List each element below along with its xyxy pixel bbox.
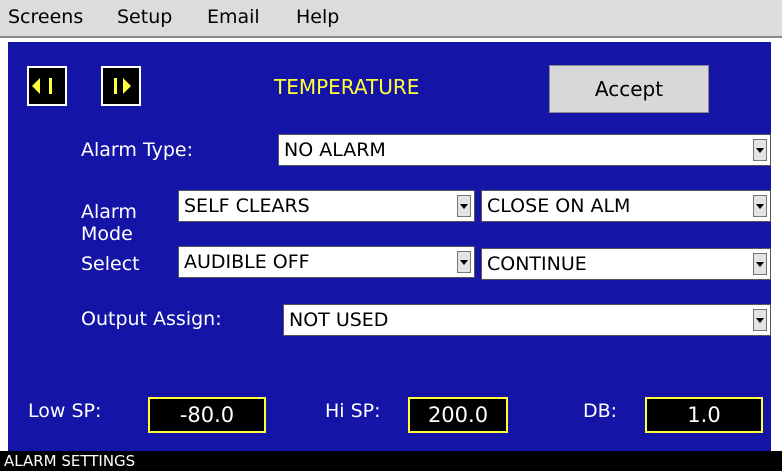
output-assign-label: Output Assign: bbox=[81, 308, 222, 330]
alarm-mode-label-1: Alarm bbox=[81, 201, 137, 223]
audible-mode-value: AUDIBLE OFF bbox=[184, 251, 310, 273]
output-assign-select[interactable]: NOT USED bbox=[283, 304, 771, 336]
status-text: ALARM SETTINGS bbox=[4, 452, 136, 470]
audible-mode-select[interactable]: AUDIBLE OFF bbox=[178, 246, 475, 278]
menu-screens[interactable]: Screens bbox=[8, 6, 83, 28]
prev-button[interactable] bbox=[27, 66, 67, 106]
page-title: TEMPERATURE bbox=[274, 75, 420, 99]
output-assign-value: NOT USED bbox=[289, 309, 389, 331]
menu-bar: Screens Setup Email Help bbox=[0, 0, 782, 38]
menu-setup[interactable]: Setup bbox=[117, 6, 172, 28]
clear-mode-select[interactable]: SELF CLEARS bbox=[178, 190, 475, 222]
menu-email[interactable]: Email bbox=[207, 6, 260, 28]
chevron-down-icon[interactable] bbox=[753, 139, 767, 161]
accept-button[interactable]: Accept bbox=[549, 65, 709, 113]
alarm-type-label: Alarm Type: bbox=[81, 139, 193, 161]
low-sp-label: Low SP: bbox=[28, 400, 102, 422]
db-label: DB: bbox=[583, 400, 618, 422]
chevron-down-icon[interactable] bbox=[753, 253, 767, 275]
alarm-type-select[interactable]: NO ALARM bbox=[278, 134, 771, 166]
alarm-mode-label-2: Mode bbox=[81, 223, 133, 245]
db-field[interactable]: 1.0 bbox=[645, 397, 763, 433]
clear-mode-value: SELF CLEARS bbox=[184, 195, 310, 217]
chevron-down-icon[interactable] bbox=[457, 195, 471, 217]
audible-pattern-value: CONTINUE bbox=[487, 253, 587, 275]
chevron-down-icon[interactable] bbox=[753, 309, 767, 331]
next-button[interactable] bbox=[101, 66, 141, 106]
relay-mode-value: CLOSE ON ALM bbox=[487, 195, 631, 217]
hi-sp-label: Hi SP: bbox=[325, 400, 381, 422]
status-bar: ALARM SETTINGS bbox=[0, 451, 782, 471]
relay-mode-select[interactable]: CLOSE ON ALM bbox=[481, 190, 771, 222]
step-forward-icon bbox=[114, 78, 131, 94]
alarm-settings-panel: TEMPERATURE Accept Alarm Type: NO ALARM … bbox=[8, 42, 771, 451]
chevron-down-icon[interactable] bbox=[753, 195, 767, 217]
alarm-type-value: NO ALARM bbox=[284, 139, 386, 161]
audible-pattern-select[interactable]: CONTINUE bbox=[481, 248, 771, 280]
chevron-down-icon[interactable] bbox=[457, 251, 471, 273]
low-sp-field[interactable]: -80.0 bbox=[148, 397, 266, 433]
menu-help[interactable]: Help bbox=[296, 6, 339, 28]
step-back-icon bbox=[32, 78, 52, 94]
hi-sp-field[interactable]: 200.0 bbox=[408, 397, 508, 433]
alarm-mode-label-3: Select bbox=[81, 253, 140, 275]
